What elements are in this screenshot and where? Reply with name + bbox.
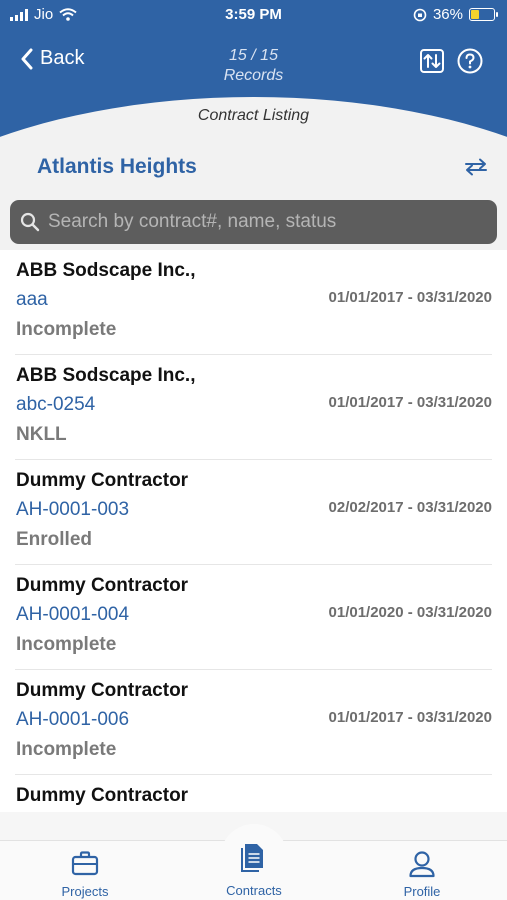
search-input[interactable] [48,211,478,233]
orientation-lock-icon [413,8,427,21]
project-title: Atlantis Heights [37,155,197,178]
battery-percent: 36% [432,6,463,23]
list-item[interactable]: ABB Sodscape Inc., aaa Incomplete 01/01/… [15,250,492,355]
tab-label: Projects [61,884,109,899]
contractor-name: Dummy Contractor [16,575,189,596]
tab-label: Profile [403,884,441,899]
contract-number: AH-0001-003 [16,499,130,520]
contractor-name: ABB Sodscape Inc., [16,260,196,281]
status-bar: Jio 3:59 PM 36% [0,0,507,30]
battery-icon [469,8,498,21]
contract-status: Incomplete [16,634,117,655]
list-item[interactable]: Dummy Contractor AH-0001-006 Incomplete … [15,670,492,775]
contract-dates: 01/01/2017 - 03/31/2020 [328,289,492,306]
list-item[interactable]: Dummy Contractor AH-0001-004 Incomplete … [15,565,492,670]
list-item[interactable]: Dummy Contractor AH-0001-003 Enrolled 02… [15,460,492,565]
contract-number: aaa [16,289,48,310]
search-icon [20,212,40,232]
tab-projects[interactable]: Projects [25,841,145,900]
contract-number: AH-0001-004 [16,604,130,625]
status-right: 36% [413,6,498,23]
user-icon [409,851,435,878]
briefcase-icon [71,851,99,876]
contract-dates: 01/01/2017 - 03/31/2020 [328,394,492,411]
sort-icon[interactable] [419,48,445,74]
contract-status: Incomplete [16,739,117,760]
contractor-name: Dummy Contractor [16,785,189,806]
help-icon[interactable] [457,48,483,74]
tab-label: Contracts [226,883,282,898]
contractor-name: Dummy Contractor [16,470,189,491]
search-bar[interactable] [10,200,497,244]
contract-status: Incomplete [16,319,117,340]
contract-number: AH-0001-006 [16,709,130,730]
tab-contracts[interactable]: Contracts [194,840,314,900]
contract-status: NKLL [16,424,67,445]
contractor-name: ABB Sodscape Inc., [16,365,196,386]
contract-number: abc-0254 [16,394,96,415]
list-item[interactable]: ABB Sodscape Inc., abc-0254 NKLL 01/01/2… [15,355,492,460]
document-icon [241,844,263,872]
tab-profile[interactable]: Profile [362,841,482,900]
contractor-name: Dummy Contractor [16,680,189,701]
contract-dates: 02/02/2017 - 03/31/2020 [328,499,492,516]
swap-icon[interactable] [462,157,490,177]
contract-status: Enrolled [16,529,93,550]
contract-dates: 01/01/2017 - 03/31/2020 [328,709,492,726]
contract-dates: 01/01/2020 - 03/31/2020 [328,604,492,621]
page-subtitle: Contract Listing [197,107,310,124]
contract-list: ABB Sodscape Inc., aaa Incomplete 01/01/… [0,250,507,812]
list-item[interactable]: Dummy Contractor [15,775,492,812]
